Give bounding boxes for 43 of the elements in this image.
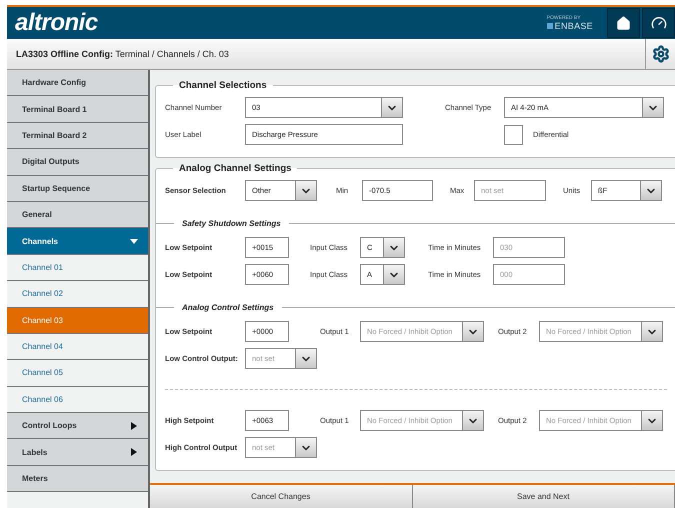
sidebar-item[interactable]: Meters bbox=[7, 466, 148, 492]
sidebar-subitem[interactable]: Channel 01 bbox=[7, 254, 148, 282]
section-title: Analog Channel Settings bbox=[178, 163, 292, 174]
caret-right-icon bbox=[130, 422, 138, 430]
caret-down-icon bbox=[130, 237, 138, 246]
settings-icon bbox=[652, 45, 670, 63]
subsection-title: Safety Shutdown Settings bbox=[181, 219, 282, 228]
dropdown-button[interactable] bbox=[642, 98, 663, 117]
subsection-title: Analog Control Settings bbox=[181, 303, 275, 312]
sidebar-item[interactable]: Channels bbox=[7, 228, 148, 255]
sidebar-subitem[interactable]: Channel 06 bbox=[7, 386, 148, 414]
dropdown-button[interactable] bbox=[295, 438, 316, 457]
footer-button[interactable]: Save and Next bbox=[412, 485, 675, 508]
dropdown-button[interactable] bbox=[381, 98, 402, 117]
sidebar-item[interactable]: Hardware Config bbox=[7, 70, 148, 96]
brand-name: ENBASE bbox=[546, 21, 593, 31]
sidebar-item[interactable]: Control Loops bbox=[7, 413, 148, 440]
footer-button[interactable]: Cancel Changes bbox=[150, 485, 412, 508]
checkbox[interactable] bbox=[504, 124, 523, 144]
home-button[interactable] bbox=[607, 8, 640, 38]
sidebar-item[interactable]: General bbox=[7, 202, 148, 228]
dropdown-button[interactable] bbox=[383, 238, 404, 257]
gauge-icon bbox=[650, 15, 666, 31]
brand-icon bbox=[546, 23, 553, 29]
section-title: Channel Selections bbox=[178, 80, 268, 91]
dropdown-button[interactable] bbox=[462, 322, 483, 341]
sidebar-item[interactable]: Startup Sequence bbox=[7, 176, 148, 202]
home-icon bbox=[616, 16, 631, 30]
dropdown-button[interactable] bbox=[383, 265, 404, 284]
sidebar-item[interactable]: Terminal Board 1 bbox=[7, 96, 148, 123]
dropdown-button[interactable] bbox=[640, 181, 661, 200]
dropdown-button[interactable] bbox=[295, 349, 316, 368]
sidebar-item[interactable]: Terminal Board 2 bbox=[7, 122, 148, 150]
dropdown-button[interactable] bbox=[295, 181, 316, 200]
caret-right-icon bbox=[130, 448, 138, 456]
dropdown-button[interactable] bbox=[641, 322, 662, 341]
sidebar-item[interactable]: Labels bbox=[7, 439, 148, 466]
dropdown-button[interactable] bbox=[462, 411, 483, 430]
dashboard-button[interactable] bbox=[642, 8, 675, 38]
breadcrumb: LA3303 Offline Config: Terminal / Channels / Ch. 03 bbox=[15, 49, 230, 59]
logo: altronic bbox=[14, 9, 99, 37]
dropdown-button[interactable] bbox=[641, 411, 662, 430]
sidebar-item[interactable]: Digital Outputs bbox=[7, 149, 148, 176]
